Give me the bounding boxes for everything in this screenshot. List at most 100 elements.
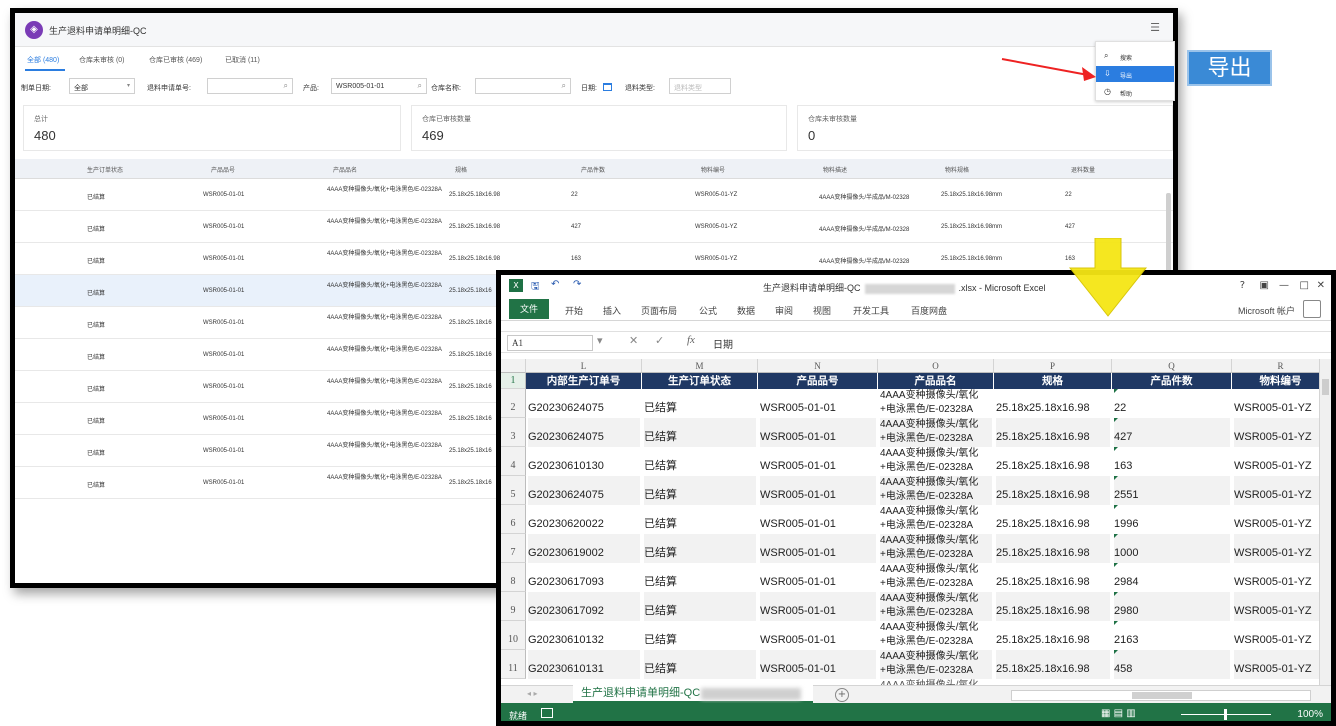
row-number[interactable]: 5 [501,476,526,505]
tab-formulas[interactable]: 公式 [699,304,717,317]
type-select[interactable]: 退料类型 [669,78,731,94]
table-cell[interactable]: 已结算 [644,447,756,476]
tab-review[interactable]: 审阅 [775,304,793,317]
menu-item-help[interactable]: ◷ 帮助 [1096,84,1174,100]
row-number[interactable]: 10 [501,621,526,650]
column-letter[interactable]: P [994,359,1112,373]
insert-function-icon[interactable]: fx [687,334,695,346]
row-number[interactable]: 4 [501,447,526,476]
vertical-scrollbar[interactable] [1319,359,1331,685]
table-cell[interactable]: 已结算 [644,418,756,447]
table-cell[interactable]: WSR005-01-YZ [1234,476,1328,505]
column-letter[interactable]: O [878,359,994,373]
col-header[interactable]: 规格 [455,165,467,174]
menu-item-export[interactable]: ⇩ 导出 [1096,66,1174,82]
table-cell[interactable]: 2980 [1114,592,1230,621]
table-cell[interactable]: G20230619002 [528,534,640,563]
col-header[interactable]: 退料数量 [1071,165,1095,174]
scroll-thumb[interactable] [1132,692,1192,699]
table-cell[interactable]: 已结算 [644,563,756,592]
table-cell[interactable]: 25.18x25.18x16.98 [996,447,1110,476]
account-icon[interactable] [1303,300,1321,318]
column-letter[interactable]: N [758,359,878,373]
tab-page-layout[interactable]: 页面布局 [641,304,677,317]
tab-baidu-pan[interactable]: 百度网盘 [911,304,947,317]
table-cell[interactable]: G20230617093 [528,563,640,592]
table-cell[interactable]: 458 [1114,650,1230,679]
table-cell[interactable]: WSR005-01-01 [760,505,876,534]
col-header[interactable]: 产品品号 [211,165,235,174]
tab-cancelled[interactable]: 已取消 (11) [225,55,260,65]
undo-icon[interactable]: ↶ [551,279,559,290]
row-number[interactable]: 2 [501,389,526,418]
row-number[interactable]: 1 [501,373,526,389]
table-cell[interactable]: 4AAA变种摄像头/氧化 +电泳黑色/E-02328A [880,592,992,621]
table-cell[interactable]: WSR005-01-01 [760,418,876,447]
table-cell[interactable]: WSR005-01-YZ [1234,389,1328,418]
table-cell[interactable]: WSR005-01-01 [760,389,876,418]
ribbon-display-icon[interactable]: ▣ [1260,280,1269,291]
table-cell[interactable]: WSR005-01-YZ [1234,447,1328,476]
table-cell[interactable]: G20230624075 [528,476,640,505]
menu-icon[interactable]: ☰ [1147,21,1163,35]
table-cell[interactable]: G20230610132 [528,621,640,650]
calendar-icon[interactable] [603,83,612,91]
table-cell[interactable]: WSR005-01-YZ [1234,534,1328,563]
row-number[interactable]: 9 [501,592,526,621]
table-cell[interactable]: 1996 [1114,505,1230,534]
header-cell[interactable]: 内部生产订单号 [526,373,642,389]
name-box[interactable]: A1 [507,335,593,351]
view-buttons-icon[interactable]: ▦ ▤ ▥ [1101,708,1136,719]
help-icon[interactable]: ? [1240,280,1245,291]
col-header[interactable]: 产品件数 [581,165,605,174]
table-cell[interactable]: 427 [1114,418,1230,447]
maximize-icon[interactable]: □ [1300,280,1309,291]
tab-reviewed[interactable]: 仓库已审核 (469) [149,55,202,65]
column-letter[interactable]: L [526,359,642,373]
table-cell[interactable]: G20230617092 [528,592,640,621]
table-cell[interactable]: 4AAA变种摄像头/氧化 +电泳黑色/E-02328A [880,534,992,563]
table-cell[interactable]: 4AAA变种摄像头/氧化 +电泳黑色/E-02328A [880,476,992,505]
request-no-input[interactable]: ⌕ [207,78,293,94]
horizontal-scrollbar[interactable] [1011,690,1311,701]
zoom-level[interactable]: 100% [1297,709,1323,720]
table-cell[interactable]: G20230624075 [528,389,640,418]
row-number[interactable]: 11 [501,650,526,679]
column-letter[interactable]: R [1232,359,1330,373]
save-icon[interactable]: 🖫 [531,279,540,296]
table-cell[interactable]: 2551 [1114,476,1230,505]
sheet-nav-arrows-icon[interactable]: ◂ ▸ [527,689,538,698]
table-cell[interactable]: WSR005-01-01 [760,592,876,621]
column-letter[interactable]: Q [1112,359,1232,373]
scroll-thumb[interactable] [1322,379,1329,395]
table-cell[interactable]: 22 [1114,389,1230,418]
zoom-thumb[interactable] [1224,709,1227,720]
table-cell[interactable]: 4AAA变种摄像头/氧化 +电泳黑色/E-02328A [880,650,992,679]
table-cell[interactable]: 25.18x25.18x16.98 [996,621,1110,650]
cancel-icon[interactable]: ✕ [629,334,638,347]
col-header[interactable]: 产品品名 [333,165,357,174]
table-cell[interactable]: 2163 [1114,621,1230,650]
table-row[interactable]: 已结算 WSR005-01-01 4AAA变种摄像头/氧化+电泳黑色/E-02328… [15,211,1173,243]
table-cell[interactable]: WSR005-01-YZ [1234,563,1328,592]
tab-data[interactable]: 数据 [737,304,755,317]
date-filter-select[interactable]: 全部 ▾ [69,78,135,94]
table-cell[interactable]: 25.18x25.18x16.98 [996,389,1110,418]
table-cell[interactable]: WSR005-01-01 [760,476,876,505]
table-cell[interactable]: WSR005-01-YZ [1234,505,1328,534]
table-cell[interactable]: 已结算 [644,534,756,563]
table-cell[interactable]: 已结算 [644,650,756,679]
table-cell[interactable]: 4AAA变种摄像头/氧化 +电泳黑色/E-02328A [880,505,992,534]
tab-insert[interactable]: 插入 [603,304,621,317]
table-cell[interactable]: G20230610130 [528,447,640,476]
table-row[interactable]: 已结算 WSR005-01-01 4AAA变种摄像头/氧化+电泳黑色/E-02328… [15,179,1173,211]
table-cell[interactable]: 25.18x25.18x16.98 [996,534,1110,563]
close-icon[interactable]: ✕ [1317,280,1325,291]
table-cell[interactable]: 163 [1114,447,1230,476]
table-cell[interactable]: 25.18x25.18x16.98 [996,650,1110,679]
enter-icon[interactable]: ✓ [655,334,664,347]
macro-record-icon[interactable] [541,708,553,718]
header-cell[interactable]: 产品品号 [758,373,878,389]
col-header[interactable]: 物料编号 [701,165,725,174]
table-cell[interactable]: 4AAA变种摄像头/氧化 +电泳黑色/E-02328A [880,447,992,476]
